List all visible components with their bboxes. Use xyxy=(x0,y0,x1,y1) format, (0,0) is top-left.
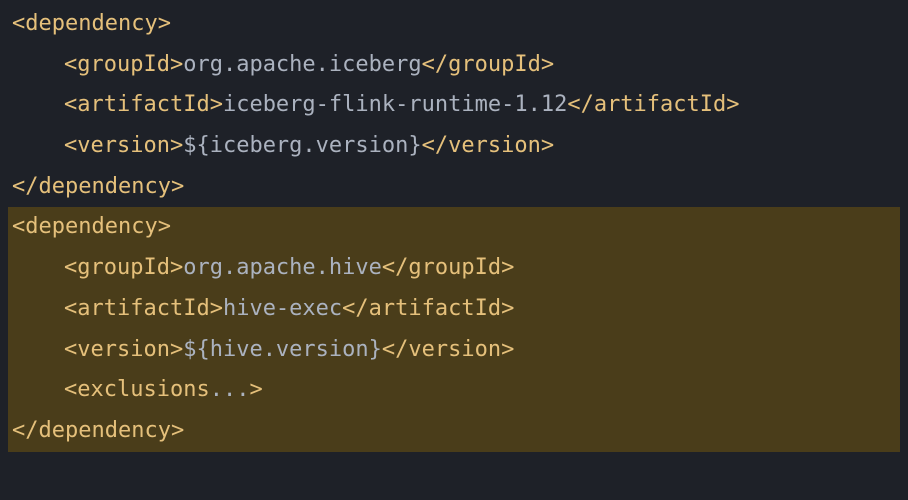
xml-tag: </dependency> xyxy=(12,174,184,199)
xml-text: ${hive.version} xyxy=(183,337,382,362)
xml-code-block: <dependency><groupId>org.apache.iceberg<… xyxy=(0,0,908,456)
xml-text: ${iceberg.version} xyxy=(183,133,421,158)
xml-tag: </dependency> xyxy=(12,418,184,443)
xml-text: org.apache.hive xyxy=(183,255,382,280)
code-line: <dependency> xyxy=(8,4,900,45)
code-line: <artifactId>iceberg-flink-runtime-1.12</… xyxy=(8,85,900,126)
code-line: <version>${iceberg.version}</version> xyxy=(8,126,900,167)
xml-tag: > xyxy=(249,377,262,402)
folded-marker: ... xyxy=(210,377,250,402)
xml-tag: </version> xyxy=(382,337,514,362)
xml-tag: <dependency> xyxy=(12,214,171,239)
xml-tag: <dependency> xyxy=(12,11,171,36)
xml-tag: <artifactId> xyxy=(64,92,223,117)
xml-tag: <version> xyxy=(64,133,183,158)
code-line: </dependency> xyxy=(8,411,900,452)
xml-tag: </artifactId> xyxy=(342,296,514,321)
code-line: <groupId>org.apache.hive</groupId> xyxy=(8,248,900,289)
xml-tag: <groupId> xyxy=(64,52,183,77)
code-line: <version>${hive.version}</version> xyxy=(8,330,900,371)
xml-text: iceberg-flink-runtime-1.12 xyxy=(223,92,567,117)
xml-tag: </groupId> xyxy=(382,255,514,280)
xml-tag: </artifactId> xyxy=(567,92,739,117)
xml-tag: <version> xyxy=(64,337,183,362)
code-line: <groupId>org.apache.iceberg</groupId> xyxy=(8,45,900,86)
xml-tag: </groupId> xyxy=(422,52,554,77)
code-line: </dependency> xyxy=(8,167,900,208)
xml-tag: <artifactId> xyxy=(64,296,223,321)
xml-tag: <exclusions xyxy=(64,377,210,402)
xml-tag: <groupId> xyxy=(64,255,183,280)
code-line: <exclusions...> xyxy=(8,370,900,411)
code-line: <artifactId>hive-exec</artifactId> xyxy=(8,289,900,330)
xml-text: org.apache.iceberg xyxy=(183,52,421,77)
code-line: <dependency> xyxy=(8,207,900,248)
xml-tag: </version> xyxy=(422,133,554,158)
xml-text: hive-exec xyxy=(223,296,342,321)
